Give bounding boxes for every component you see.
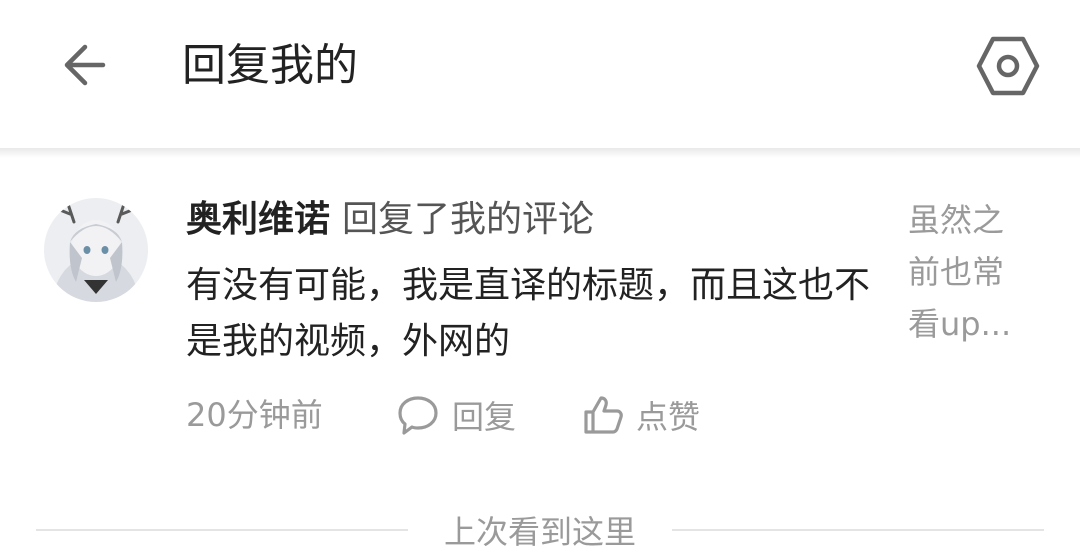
- settings-button[interactable]: [970, 28, 1046, 104]
- page-title: 回复我的: [182, 40, 358, 91]
- arrow-left-icon: [64, 44, 106, 86]
- timestamp: 20分钟前: [186, 396, 323, 434]
- divider-line-left: [36, 529, 408, 531]
- thumbs-up-icon: [584, 396, 623, 434]
- comment-bubble-icon: [398, 396, 438, 435]
- top-bar: 回复我的: [0, 0, 1080, 148]
- like-button[interactable]: 点赞: [582, 390, 700, 440]
- reply-content: 有没有可能，我是直译的标题，而且这也不是我的视频，外网的: [186, 265, 871, 362]
- action-text: 回复了我的评论: [342, 199, 595, 240]
- avatar-image: [44, 198, 148, 302]
- original-comment-preview[interactable]: 虽然之前也常看up...: [908, 194, 1028, 350]
- last-seen-divider: 上次看到这里: [0, 510, 1080, 554]
- reply-notification-item[interactable]: 奥利维诺 回复了我的评论 有没有可能，我是直译的标题，而且这也不是我的视频，外网的…: [0, 158, 1080, 518]
- like-label: 点赞: [636, 398, 701, 436]
- header-shadow: [0, 148, 1080, 158]
- hexagon-settings-icon: [976, 36, 1040, 96]
- reply-button[interactable]: 回复: [396, 390, 516, 440]
- divider-line-right: [672, 529, 1044, 531]
- reply-header: 奥利维诺 回复了我的评论: [186, 196, 594, 244]
- reply-label: 回复: [452, 398, 517, 436]
- avatar[interactable]: [44, 198, 148, 302]
- last-seen-label: 上次看到这里: [443, 513, 636, 551]
- username[interactable]: 奥利维诺: [186, 199, 330, 240]
- back-button[interactable]: [50, 30, 120, 100]
